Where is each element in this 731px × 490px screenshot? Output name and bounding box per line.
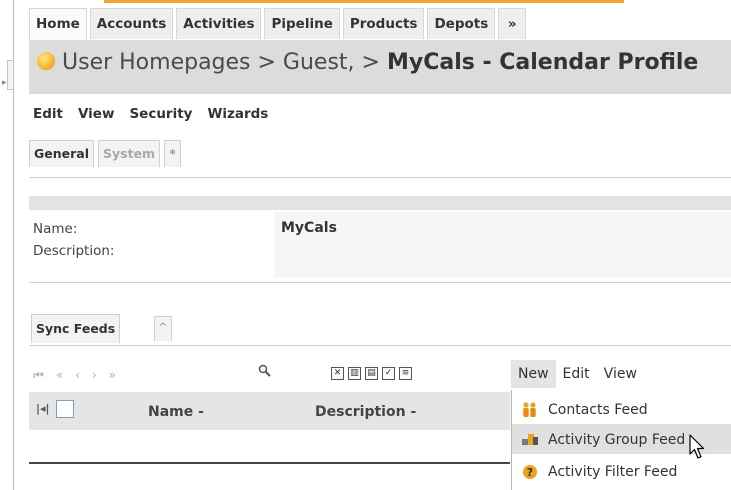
main-tabs: Home Accounts Activities Pipeline Produc… bbox=[29, 8, 529, 40]
tab-activities[interactable]: Activities bbox=[176, 8, 262, 39]
menu-view[interactable]: View bbox=[597, 360, 644, 388]
tab-system[interactable]: System bbox=[98, 140, 161, 167]
page-title: User Homepages > Guest, > MyCals - Calen… bbox=[62, 50, 698, 75]
next-block-icon[interactable]: » bbox=[109, 368, 116, 383]
delete-icon[interactable]: ✕ bbox=[331, 367, 344, 380]
table-header bbox=[29, 392, 510, 430]
list-icon[interactable]: ≡ bbox=[399, 367, 412, 380]
tab-products[interactable]: Products bbox=[342, 8, 425, 39]
top-accent-line bbox=[104, 0, 624, 3]
tab-sync-feeds[interactable]: Sync Feeds bbox=[31, 314, 121, 343]
breadcrumb[interactable]: User Homepages > Guest, > bbox=[62, 50, 387, 75]
form-value-column bbox=[274, 212, 731, 278]
search-icon[interactable] bbox=[258, 364, 272, 382]
panel-collapse-handle[interactable] bbox=[7, 60, 14, 90]
name-value: MyCals bbox=[281, 220, 337, 236]
table-bottom-border bbox=[29, 462, 510, 464]
description-label: Description: bbox=[33, 243, 115, 259]
check-icon[interactable]: ✓ bbox=[382, 367, 395, 380]
status-dot-icon bbox=[37, 52, 55, 70]
select-all-checkbox[interactable] bbox=[56, 400, 74, 418]
divider bbox=[29, 345, 731, 346]
menu-edit[interactable]: Edit bbox=[556, 360, 597, 388]
sync-collapse-toggle[interactable]: ^ bbox=[154, 316, 172, 341]
form-icon[interactable]: ▤ bbox=[365, 367, 378, 380]
name-label: Name: bbox=[33, 221, 78, 237]
menu-item-label: Activity Group Feed bbox=[548, 432, 686, 448]
tab-all[interactable]: * bbox=[164, 140, 182, 167]
menu-item-activity-group-feed[interactable]: Activity Group Feed bbox=[521, 431, 685, 449]
pager: ⏮ « ‹ › » bbox=[33, 368, 128, 383]
page-title-current: MyCals - Calendar Profile bbox=[386, 50, 699, 75]
action-menu: Edit View Security Wizards bbox=[33, 106, 283, 122]
columns-icon[interactable]: ▥ bbox=[348, 367, 361, 380]
panel-header-band bbox=[29, 196, 731, 210]
menu-edit[interactable]: Edit bbox=[33, 106, 63, 122]
menu-wizards[interactable]: Wizards bbox=[207, 106, 268, 122]
menu-item-contacts-feed[interactable]: Contacts Feed bbox=[521, 401, 648, 419]
menu-item-label: Contacts Feed bbox=[548, 402, 648, 418]
tab-accounts[interactable]: Accounts bbox=[89, 8, 174, 39]
activity-group-icon bbox=[521, 431, 539, 449]
first-page-icon[interactable]: ⏮ bbox=[33, 368, 44, 383]
tab-more[interactable]: » bbox=[498, 8, 527, 39]
mouse-cursor-icon bbox=[689, 434, 707, 464]
column-name[interactable]: Name - bbox=[148, 404, 204, 420]
contacts-icon bbox=[521, 401, 539, 419]
menu-new[interactable]: New bbox=[511, 360, 556, 388]
column-resize-icon[interactable]: |◂| bbox=[36, 402, 50, 415]
list-menu: New Edit View bbox=[511, 360, 731, 390]
next-page-icon[interactable]: › bbox=[92, 368, 97, 383]
menu-item-label: Activity Filter Feed bbox=[548, 464, 678, 480]
menu-security[interactable]: Security bbox=[129, 106, 192, 122]
menu-item-activity-filter-feed[interactable]: ? Activity Filter Feed bbox=[521, 463, 677, 481]
menu-view[interactable]: View bbox=[78, 106, 114, 122]
prev-page-icon[interactable]: ‹ bbox=[75, 368, 80, 383]
tab-depots[interactable]: Depots bbox=[427, 8, 496, 39]
svg-text:?: ? bbox=[527, 466, 533, 479]
tab-home[interactable]: Home bbox=[29, 8, 87, 40]
tab-general[interactable]: General bbox=[29, 140, 94, 167]
divider bbox=[29, 177, 731, 178]
tab-pipeline[interactable]: Pipeline bbox=[264, 8, 340, 39]
prev-block-icon[interactable]: « bbox=[56, 368, 63, 383]
activity-filter-icon: ? bbox=[521, 463, 539, 481]
expand-arrow-icon[interactable]: ▸ bbox=[2, 78, 7, 88]
column-description[interactable]: Description - bbox=[315, 404, 416, 420]
section-tabs: General System * bbox=[29, 140, 185, 167]
